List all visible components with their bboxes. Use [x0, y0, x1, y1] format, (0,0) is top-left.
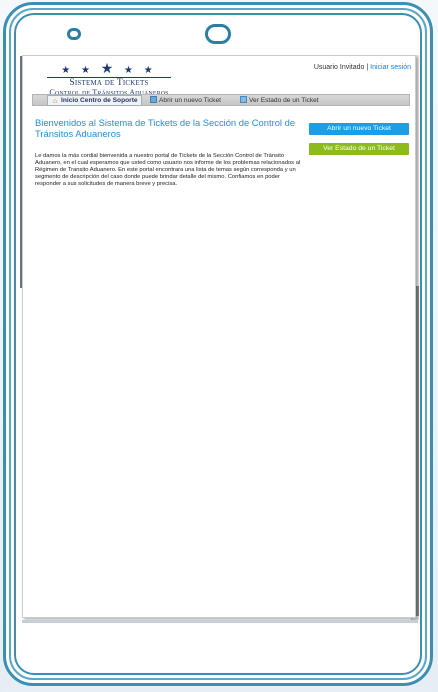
- nav-item-home[interactable]: ⌂ Inicio Centro de Soporte: [47, 95, 142, 106]
- screen-bottom-edge: [22, 620, 418, 623]
- login-link[interactable]: Iniciar sesión: [370, 64, 411, 71]
- site-header: ★ ★ ★ ★ ★ Sistema de Tickets Control de …: [23, 56, 417, 97]
- main-nav: ⌂ Inicio Centro de Soporte Abrir un nuevo…: [32, 94, 410, 106]
- nav-item-label: Ver Estado de un Ticket: [249, 97, 319, 104]
- ticket-status-icon: [240, 96, 247, 103]
- sensor-icon: [67, 28, 81, 40]
- open-ticket-button[interactable]: Abrir un nuevo Ticket: [309, 123, 409, 135]
- logo-title: Sistema de Tickets: [69, 78, 149, 88]
- nav-item-ticket-status[interactable]: Ver Estado de un Ticket: [237, 96, 322, 105]
- nav-item-new-ticket[interactable]: Abrir un nuevo Ticket: [147, 96, 224, 105]
- page-title: Bienvenidos al Sistema de Tickets de la …: [35, 117, 296, 139]
- check-ticket-status-button[interactable]: Ver Estado de un Ticket: [309, 143, 409, 155]
- user-separator: |: [366, 64, 369, 71]
- new-ticket-icon: [150, 96, 157, 103]
- nav-item-label: Abrir un nuevo Ticket: [159, 97, 221, 104]
- tablet-bottom-shadow: [3, 686, 433, 692]
- browser-screen: ★ ★ ★ ★ ★ Sistema de Tickets Control de …: [22, 55, 416, 618]
- logo-stars: ★ ★ ★ ★ ★: [61, 60, 157, 76]
- camera-icon: [205, 24, 231, 44]
- site-logo[interactable]: ★ ★ ★ ★ ★ Sistema de Tickets Control de …: [39, 60, 179, 97]
- nav-item-label: Inicio Centro de Soporte: [61, 97, 138, 104]
- user-area: Usuario Invitado | Iniciar sesión: [314, 64, 411, 71]
- home-icon: ⌂: [52, 98, 58, 105]
- user-status: Usuario Invitado: [313, 64, 365, 71]
- welcome-text: Le damos la más cordial bienvenida a nue…: [35, 153, 301, 187]
